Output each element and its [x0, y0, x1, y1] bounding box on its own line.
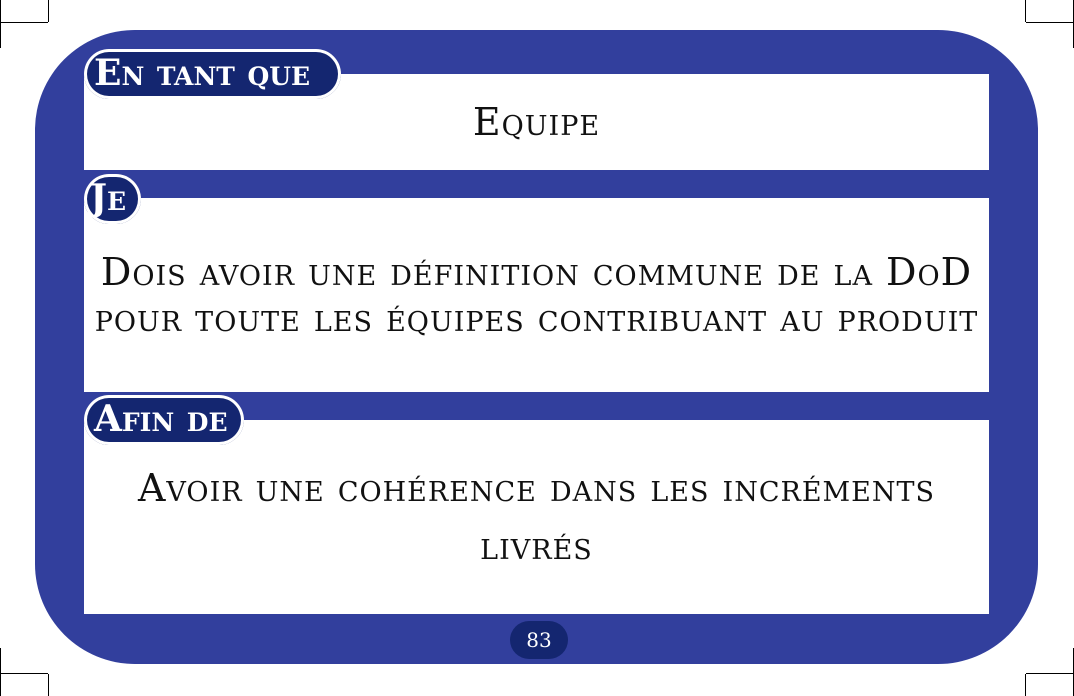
goal-label: Afin de	[84, 395, 244, 445]
story-card-page: Equipe En tant que Dois avoir une défini…	[0, 0, 1074, 696]
role-label: En tant que	[84, 49, 341, 99]
crop-mark-left-top-v	[0, 0, 1, 48]
crop-mark-bottom-left-h	[0, 673, 48, 674]
crop-mark-bottom-right-h	[1026, 673, 1074, 674]
crop-mark-top-left-h	[0, 22, 48, 23]
crop-mark-bottom-left-v	[48, 674, 49, 696]
goal-text: Avoir une cohérence dans les incréments …	[137, 466, 936, 568]
crop-mark-top-left-v	[48, 0, 49, 22]
goal-box: Avoir une cohérence dans les incréments …	[84, 420, 989, 614]
crop-mark-top-right-h	[1026, 22, 1074, 23]
crop-mark-bottom-right-v	[1025, 674, 1026, 696]
role-text: Equipe	[472, 100, 601, 144]
want-label: Je	[84, 174, 141, 224]
want-text: Dois avoir une définition commune de la …	[94, 250, 979, 340]
crop-mark-left-bottom-v	[0, 648, 1, 696]
page-number-badge: 83	[510, 621, 568, 659]
want-box: Dois avoir une définition commune de la …	[84, 198, 989, 392]
crop-mark-top-right-v	[1025, 0, 1026, 22]
